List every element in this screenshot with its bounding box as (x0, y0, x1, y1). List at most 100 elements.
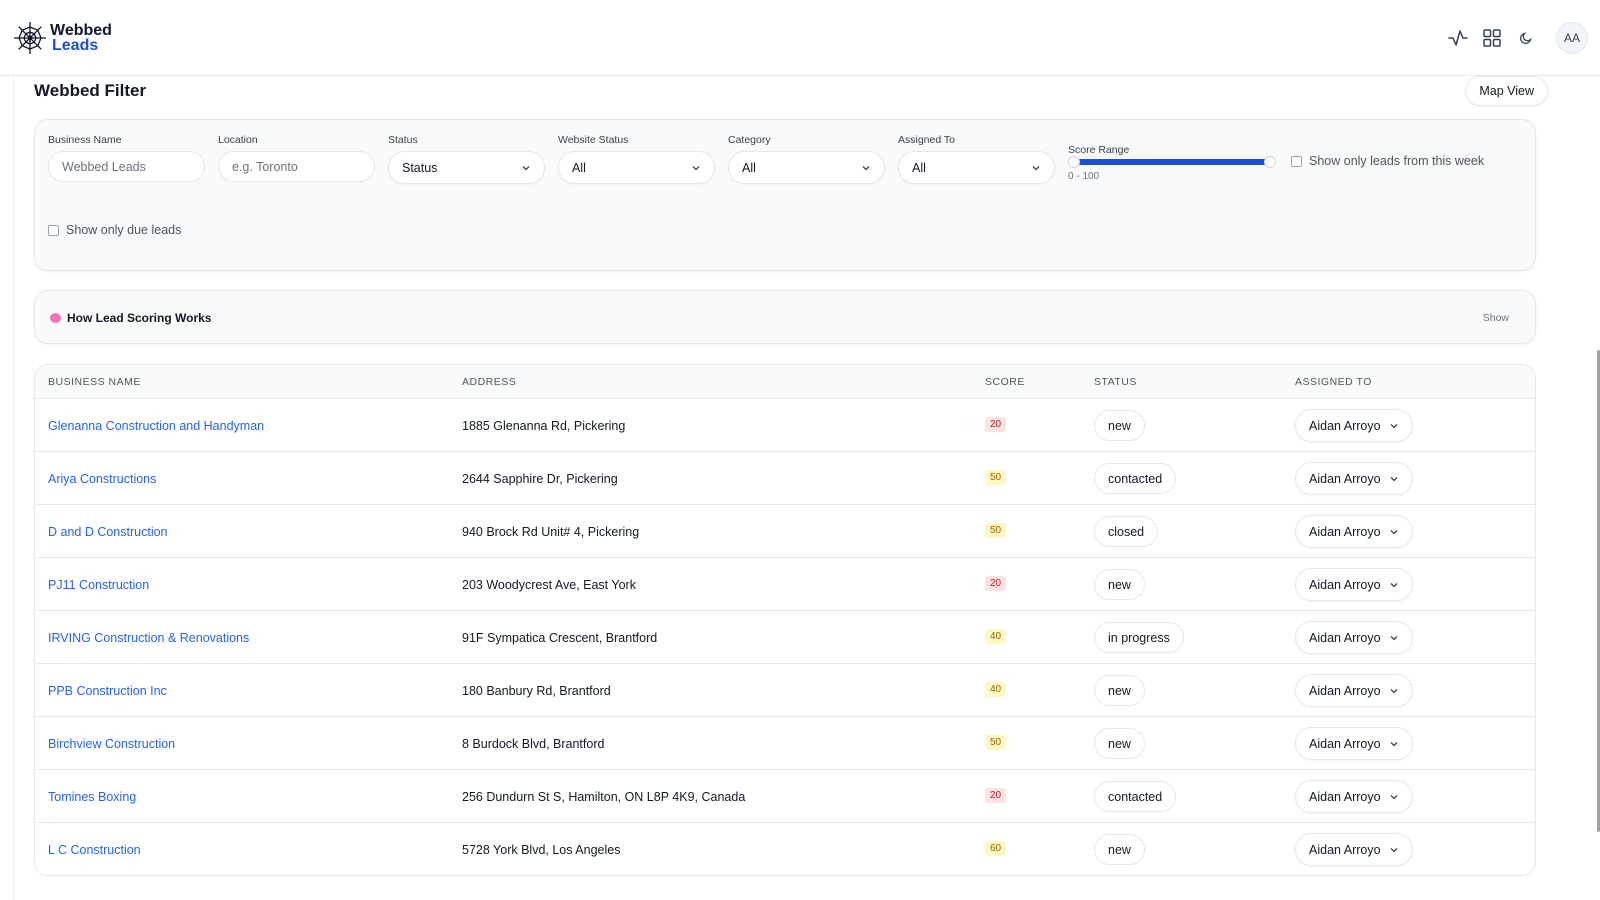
assigned-to-dropdown[interactable]: Aidan Arroyo (1295, 515, 1413, 548)
checkbox-box[interactable] (1291, 155, 1302, 167)
location-input[interactable]: e.g. Toronto (218, 151, 375, 182)
business-name-link[interactable]: L C Construction (48, 843, 141, 857)
avatar[interactable]: AA (1556, 22, 1588, 54)
lead-scoring-show-button[interactable]: Show (1483, 312, 1509, 324)
score-badge: 50 (985, 470, 1007, 485)
assigned-to-dropdown[interactable]: Aidan Arroyo (1295, 621, 1413, 654)
business-name-link[interactable]: PPB Construction Inc (48, 684, 167, 698)
table-row[interactable]: IRVING Construction & Renovations 91F Sym… (35, 611, 1535, 664)
logo[interactable]: Webbed Leads (12, 20, 112, 56)
address-cell: 5728 York Blvd, Los Angeles (462, 843, 621, 857)
website-status-select[interactable]: All (558, 151, 715, 184)
checkbox-box[interactable] (48, 224, 59, 236)
address-cell: 1885 Glenanna Rd, Pickering (462, 419, 626, 433)
chevron-down-icon (1390, 847, 1398, 852)
location-field: Location e.g. Toronto (218, 134, 375, 182)
business-name-label: Business Name (48, 134, 122, 146)
assigned-to-dropdown[interactable]: Aidan Arroyo (1295, 568, 1413, 601)
business-name-link[interactable]: PJ11 Construction (48, 578, 149, 592)
category-select[interactable]: All (728, 151, 885, 184)
score-range-label: Score Range (1068, 144, 1130, 156)
table-row[interactable]: Birchview Construction 8 Burdock Blvd, Br… (35, 717, 1535, 770)
brain-icon (50, 313, 61, 323)
business-name-link[interactable]: Ariya Constructions (48, 472, 156, 486)
status-badge[interactable]: new (1094, 728, 1145, 759)
score-range-slider[interactable] (1068, 156, 1276, 168)
header-address[interactable]: ADDRESS (462, 376, 516, 388)
status-badge[interactable]: new (1094, 675, 1145, 706)
business-name-link[interactable]: Birchview Construction (48, 737, 175, 751)
assigned-to-dropdown[interactable]: Aidan Arroyo (1295, 674, 1413, 707)
status-badge[interactable]: contacted (1094, 463, 1177, 494)
page-title: Webbed Filter (34, 81, 147, 100)
status-label: Status (388, 134, 418, 146)
activity-button[interactable] (1448, 28, 1468, 48)
table-body: Glenanna Construction and Handyman 1885 G… (35, 399, 1535, 875)
activity-icon (1448, 30, 1468, 46)
header-business-name[interactable]: BUSINESS NAME (48, 376, 141, 388)
score-badge: 20 (985, 788, 1007, 803)
assigned-to-name: Aidan Arroyo (1309, 683, 1381, 698)
assigned-to-name: Aidan Arroyo (1309, 471, 1381, 486)
table-row[interactable]: Tomines Boxing 256 Dundurn St S, Hamilton… (35, 770, 1535, 823)
assigned-to-dropdown[interactable]: Aidan Arroyo (1295, 727, 1413, 760)
assigned-to-name: Aidan Arroyo (1309, 630, 1381, 645)
score-range-fill (1074, 159, 1270, 165)
lead-scoring-title: How Lead Scoring Works (67, 311, 212, 325)
assigned-to-dropdown[interactable]: Aidan Arroyo (1295, 409, 1413, 442)
score-badge: 40 (985, 682, 1007, 697)
leads-table: BUSINESS NAME ADDRESS SCORE STATUS ASSIG… (34, 364, 1536, 876)
table-row[interactable]: Ariya Constructions 2644 Sapphire Dr, Pic… (35, 452, 1535, 505)
business-name-input[interactable]: Webbed Leads (48, 151, 205, 182)
score-badge: 60 (985, 841, 1007, 856)
assigned-to-dropdown[interactable]: Aidan Arroyo (1295, 780, 1413, 813)
score-range-min-handle[interactable] (1068, 156, 1080, 168)
status-badge[interactable]: new (1094, 834, 1145, 865)
header-score[interactable]: SCORE (985, 376, 1025, 388)
assigned-to-select[interactable]: All (898, 151, 1055, 184)
address-cell: 2644 Sapphire Dr, Pickering (462, 472, 618, 486)
address-cell: 180 Banbury Rd, Brantford (462, 684, 611, 698)
business-name-link[interactable]: Glenanna Construction and Handyman (48, 419, 264, 433)
spider-web-icon (14, 22, 46, 54)
this-week-checkbox[interactable]: Show only leads from this week (1291, 154, 1484, 168)
status-field: Status Status (388, 134, 545, 184)
chevron-down-icon (1390, 529, 1398, 534)
status-badge[interactable]: contacted (1094, 781, 1177, 812)
score-badge: 50 (985, 735, 1007, 750)
table-row[interactable]: PJ11 Construction 203 Woodycrest Ave, Eas… (35, 558, 1535, 611)
header-status[interactable]: STATUS (1094, 376, 1137, 388)
assigned-to-name: Aidan Arroyo (1309, 524, 1381, 539)
chevron-down-icon (1390, 423, 1398, 428)
business-name-link[interactable]: IRVING Construction & Renovations (48, 631, 249, 645)
table-row[interactable]: L C Construction 5728 York Blvd, Los Ange… (35, 823, 1535, 875)
chevron-down-icon (1390, 741, 1398, 746)
business-name-link[interactable]: Tomines Boxing (48, 790, 136, 804)
map-view-button[interactable]: Map View (1465, 76, 1548, 106)
assigned-to-name: Aidan Arroyo (1309, 842, 1381, 857)
chevron-down-icon (522, 165, 530, 170)
table-row[interactable]: D and D Construction 940 Brock Rd Unit# 4… (35, 505, 1535, 558)
location-label: Location (218, 134, 258, 146)
assigned-to-dropdown[interactable]: Aidan Arroyo (1295, 462, 1413, 495)
due-leads-checkbox[interactable]: Show only due leads (48, 223, 181, 237)
status-badge[interactable]: new (1094, 410, 1145, 441)
business-name-link[interactable]: D and D Construction (48, 525, 168, 539)
chevron-down-icon (1390, 476, 1398, 481)
header-assigned-to[interactable]: ASSIGNED TO (1295, 376, 1372, 388)
grid-button[interactable] (1482, 28, 1502, 48)
status-select[interactable]: Status (388, 151, 545, 184)
chevron-down-icon (692, 165, 700, 170)
status-badge[interactable]: in progress (1094, 622, 1184, 653)
score-range-value: 0 - 100 (1068, 171, 1100, 182)
score-range-max-handle[interactable] (1264, 156, 1276, 168)
chevron-down-icon (1390, 635, 1398, 640)
theme-toggle-button[interactable] (1516, 28, 1536, 48)
assigned-to-dropdown[interactable]: Aidan Arroyo (1295, 833, 1413, 866)
table-row[interactable]: Glenanna Construction and Handyman 1885 G… (35, 399, 1535, 452)
status-badge[interactable]: closed (1094, 516, 1159, 547)
lead-scoring-panel[interactable]: How Lead Scoring Works Show (34, 290, 1536, 344)
status-badge[interactable]: new (1094, 569, 1145, 600)
table-row[interactable]: PPB Construction Inc 180 Banbury Rd, Bran… (35, 664, 1535, 717)
chevron-down-icon (1390, 582, 1398, 587)
